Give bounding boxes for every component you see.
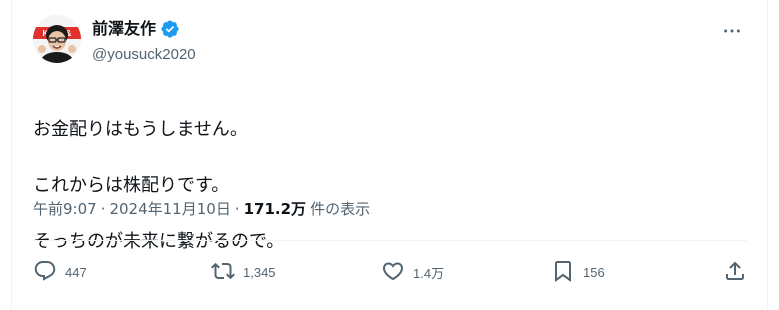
like-count: 1.4万: [413, 265, 445, 281]
meta-separator: ·: [100, 200, 106, 218]
tweet-time[interactable]: 午前9:07: [33, 199, 97, 219]
heart-icon: [381, 259, 405, 286]
retweet-icon: [211, 259, 235, 286]
bookmark-count: 156: [583, 264, 605, 280]
tweet-date[interactable]: 2024年11月10日: [109, 199, 230, 219]
retweet-button[interactable]: 1,345: [211, 255, 276, 289]
tweet-text-line: お金配りはもうしません。: [33, 119, 248, 140]
more-options-icon[interactable]: [721, 20, 743, 42]
reply-button[interactable]: 447: [33, 255, 87, 289]
divider: [33, 240, 747, 241]
display-name[interactable]: 前澤友作: [92, 19, 156, 39]
reply-count: 447: [65, 264, 87, 280]
meta-separator: ·: [234, 200, 240, 218]
author-handle[interactable]: @yousuck2020: [92, 45, 196, 65]
share-button[interactable]: [723, 255, 747, 289]
reply-icon: [33, 259, 57, 286]
like-button[interactable]: 1.4万: [381, 255, 444, 289]
bookmark-button[interactable]: 156: [551, 255, 605, 289]
tweet-text-line: そっちのが未来に繋がるので。: [33, 231, 285, 252]
verified-badge-icon: [160, 19, 180, 39]
tweet-meta: 午前9:07 · 2024年11月10日 · 171.2万 件の表示: [33, 199, 370, 219]
retweet-count: 1,345: [243, 264, 276, 280]
share-icon: [723, 259, 747, 286]
bookmark-icon: [551, 259, 575, 286]
author-name-row: 前澤友作: [92, 19, 180, 39]
views-count: 171.2万: [243, 200, 307, 218]
avatar[interactable]: KABU&: [33, 15, 81, 63]
avatar-image: KABU&: [33, 15, 81, 63]
action-bar: 447 1,345 1.4万 156: [33, 255, 747, 289]
views-label: 件の表示: [310, 200, 371, 218]
tweet-text-line: これからは株配りです。: [33, 175, 230, 196]
tweet-card: KABU& 前澤友作 @yousuck2020: [11, 0, 768, 310]
